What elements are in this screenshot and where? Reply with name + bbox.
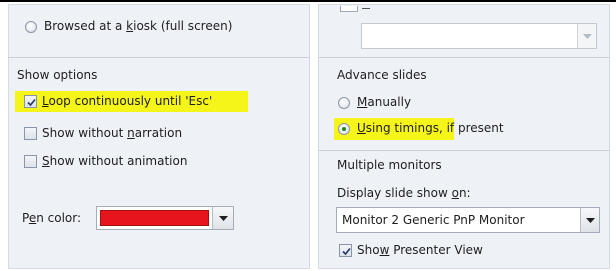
display-on-label: Display slide show on: <box>337 186 471 200</box>
no-animation-checkbox[interactable] <box>24 155 37 168</box>
loop-checkbox[interactable] <box>24 95 37 108</box>
pen-color-dropdown-button[interactable] <box>212 207 233 229</box>
disabled-dropdown-button[interactable] <box>577 24 596 48</box>
checkmark-icon <box>27 98 36 107</box>
top-right-partial-control <box>340 6 358 12</box>
chevron-down-icon <box>219 216 228 221</box>
timings-radio[interactable] <box>338 123 350 135</box>
presenter-view-label[interactable]: Show Presenter View <box>357 242 483 258</box>
no-narration-label[interactable]: Show without narration <box>42 125 182 141</box>
manually-label[interactable]: Manually <box>357 94 411 110</box>
monitor-dropdown[interactable]: Monitor 2 Generic PnP Monitor <box>336 207 600 233</box>
advance-slides-title: Advance slides <box>337 68 427 82</box>
presenter-view-checkbox[interactable] <box>339 244 352 257</box>
no-animation-label[interactable]: Show without animation <box>42 153 187 169</box>
pen-color-label: Pen color: <box>22 211 82 225</box>
pen-color-swatch <box>100 210 209 226</box>
disabled-dropdown[interactable] <box>361 23 597 49</box>
timings-label[interactable]: Using timings, if present <box>357 120 504 136</box>
no-narration-checkbox[interactable] <box>24 127 37 140</box>
manually-radio[interactable] <box>338 97 350 109</box>
show-options-title: Show options <box>17 68 98 82</box>
monitor-dropdown-value: Monitor 2 Generic PnP Monitor <box>342 213 525 227</box>
pen-color-dropdown[interactable] <box>96 206 234 230</box>
kiosk-radio[interactable] <box>25 21 37 33</box>
loop-label[interactable]: Loop continuously until 'Esc' <box>42 93 212 109</box>
checkmark-icon <box>342 247 351 256</box>
left-divider <box>8 57 310 58</box>
monitor-dropdown-button[interactable] <box>580 208 599 232</box>
right-divider-mid <box>318 150 610 151</box>
chevron-down-icon <box>583 34 592 39</box>
multiple-monitors-title: Multiple monitors <box>337 158 442 172</box>
kiosk-label[interactable]: Browsed at a kiosk (full screen) <box>44 18 232 34</box>
top-right-partial-dash <box>362 8 370 9</box>
window-top-edge <box>0 0 616 2</box>
chevron-down-icon <box>586 218 595 223</box>
right-divider-top <box>318 57 610 58</box>
